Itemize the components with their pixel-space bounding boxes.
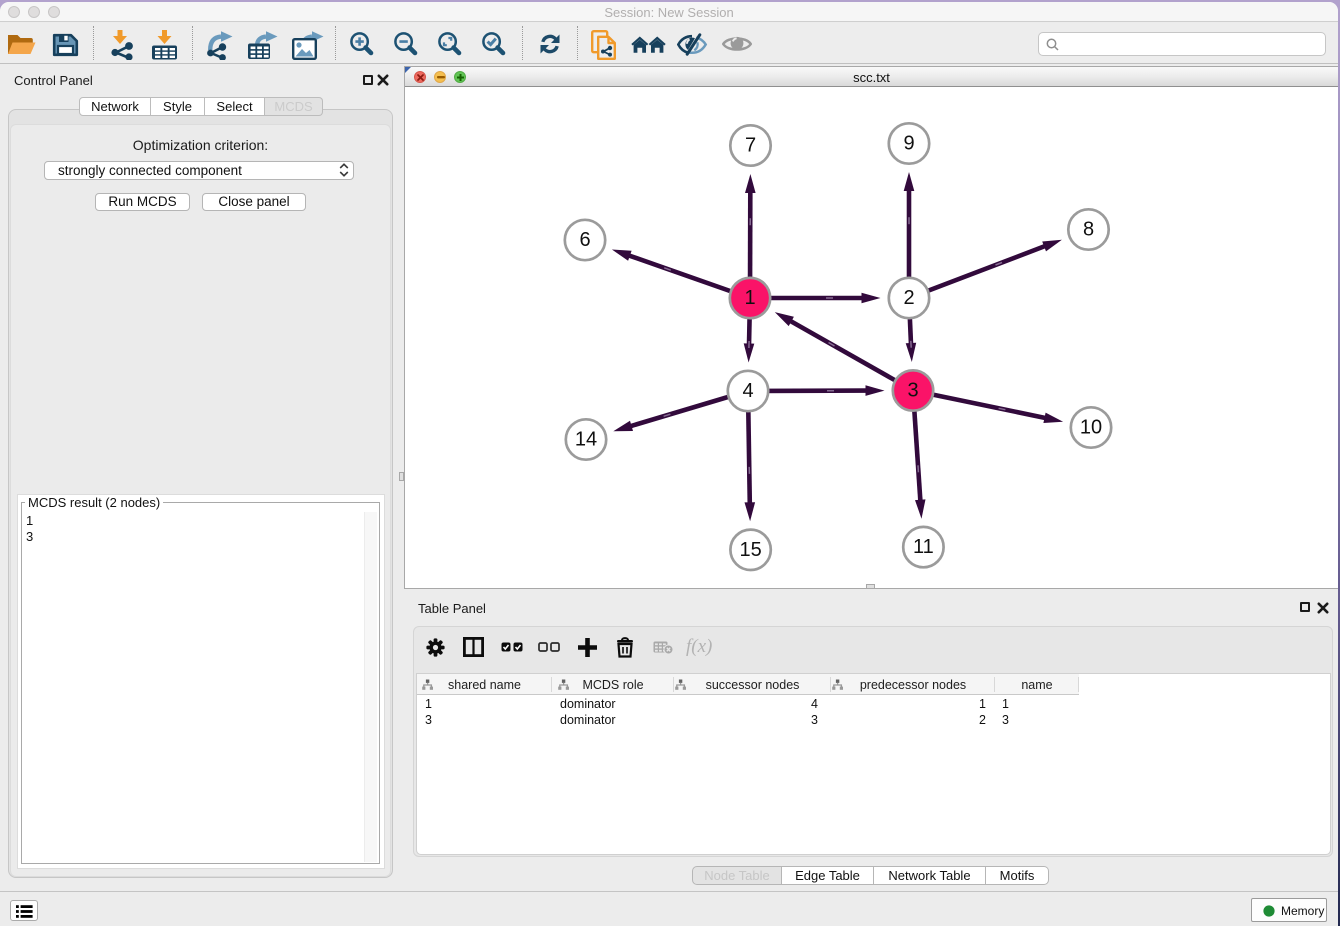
svg-text:9: 9: [903, 133, 914, 155]
svg-text:2: 2: [903, 287, 914, 309]
svg-text:7: 7: [745, 135, 756, 157]
svg-text:11: 11: [913, 536, 934, 558]
svg-text:14: 14: [575, 429, 597, 451]
svg-text:1: 1: [744, 287, 755, 309]
svg-text:15: 15: [739, 539, 761, 561]
svg-text:6: 6: [579, 229, 590, 251]
svg-text:4: 4: [742, 380, 753, 402]
svg-text:8: 8: [1083, 219, 1094, 241]
svg-text:10: 10: [1080, 417, 1102, 439]
svg-text:3: 3: [907, 380, 918, 402]
